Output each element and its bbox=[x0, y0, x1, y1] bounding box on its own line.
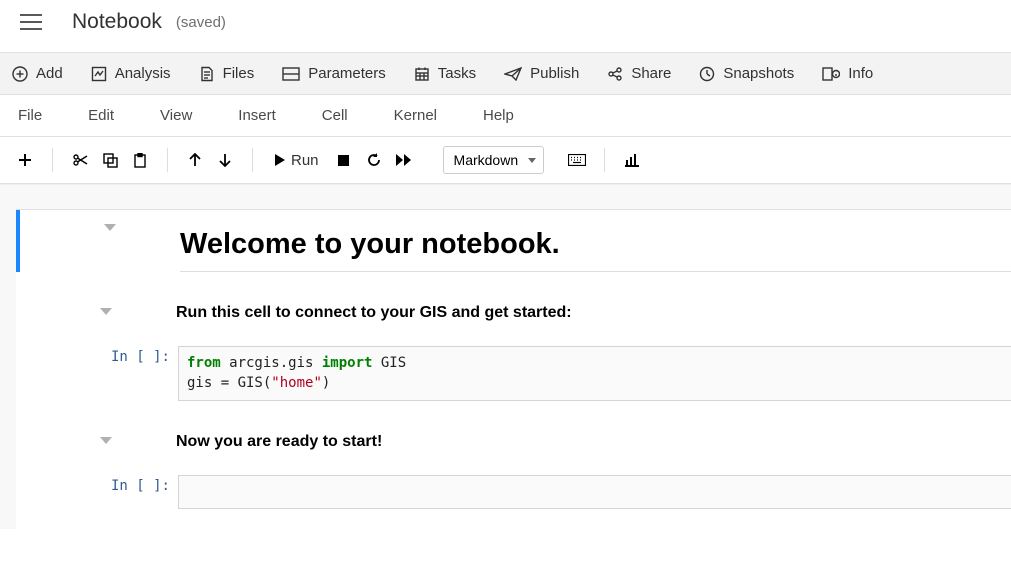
markdown-cell[interactable]: Run this cell to connect to your GIS and… bbox=[16, 298, 1011, 328]
snapshots-label: Snapshots bbox=[723, 65, 794, 82]
publish-label: Publish bbox=[530, 65, 579, 82]
tasks-label: Tasks bbox=[438, 65, 476, 82]
menu-insert[interactable]: Insert bbox=[238, 107, 276, 124]
menu-kernel[interactable]: Kernel bbox=[394, 107, 437, 124]
insert-cell-button[interactable] bbox=[10, 145, 40, 175]
stop-button[interactable] bbox=[329, 145, 359, 175]
add-button[interactable]: Add bbox=[12, 65, 63, 82]
publish-icon bbox=[504, 67, 522, 81]
cell-heading: Now you are ready to start! bbox=[176, 427, 1011, 457]
move-down-button[interactable] bbox=[210, 145, 240, 175]
stop-icon bbox=[338, 155, 349, 166]
markdown-cell[interactable]: Now you are ready to start! bbox=[16, 427, 1011, 457]
collapse-toggle-icon[interactable] bbox=[100, 437, 112, 444]
files-icon bbox=[199, 66, 215, 82]
code-input[interactable]: from arcgis.gis import GIS gis = GIS("ho… bbox=[178, 346, 1011, 401]
keyboard-button[interactable] bbox=[562, 145, 592, 175]
menu-bar: File Edit View Insert Cell Kernel Help bbox=[0, 95, 1011, 137]
restart-button[interactable] bbox=[359, 145, 389, 175]
move-up-button[interactable] bbox=[180, 145, 210, 175]
copy-icon bbox=[103, 153, 118, 168]
saved-status: (saved) bbox=[176, 14, 226, 31]
code-cell[interactable]: In [ ]: bbox=[16, 475, 1011, 509]
input-prompt: In [ ]: bbox=[98, 475, 178, 494]
info-label: Info bbox=[848, 65, 873, 82]
publish-button[interactable]: Publish bbox=[504, 65, 579, 82]
input-prompt: In [ ]: bbox=[98, 346, 178, 365]
code-input[interactable] bbox=[178, 475, 1011, 509]
share-label: Share bbox=[631, 65, 671, 82]
parameters-button[interactable]: Parameters bbox=[282, 65, 386, 82]
menu-help[interactable]: Help bbox=[483, 107, 514, 124]
keyboard-icon bbox=[568, 154, 586, 166]
fast-forward-button[interactable] bbox=[389, 145, 419, 175]
collapse-toggle-icon[interactable] bbox=[100, 308, 112, 315]
cell-heading: Run this cell to connect to your GIS and… bbox=[176, 298, 1011, 328]
snapshots-icon bbox=[699, 66, 715, 82]
arrow-up-icon bbox=[189, 153, 201, 167]
notebook-inner: Welcome to your notebook. Run this cell … bbox=[16, 209, 1011, 529]
cell-type-select[interactable]: Markdown bbox=[443, 146, 544, 174]
fast-forward-icon bbox=[396, 154, 412, 166]
collapse-toggle-icon[interactable] bbox=[104, 224, 116, 231]
parameters-label: Parameters bbox=[308, 65, 386, 82]
play-icon bbox=[275, 154, 285, 166]
hamburger-menu-icon[interactable] bbox=[20, 14, 42, 30]
share-icon bbox=[607, 66, 623, 82]
menu-edit[interactable]: Edit bbox=[88, 107, 114, 124]
copy-button[interactable] bbox=[95, 145, 125, 175]
top-header: Notebook (saved) bbox=[0, 0, 1011, 52]
parameters-icon bbox=[282, 67, 300, 81]
info-icon bbox=[822, 66, 840, 82]
run-label: Run bbox=[291, 152, 319, 169]
code-cell[interactable]: In [ ]: from arcgis.gis import GIS gis =… bbox=[16, 346, 1011, 401]
menu-file[interactable]: File bbox=[18, 107, 42, 124]
analysis-label: Analysis bbox=[115, 65, 171, 82]
paste-icon bbox=[133, 153, 147, 168]
chart-button[interactable] bbox=[617, 145, 647, 175]
paste-button[interactable] bbox=[125, 145, 155, 175]
notebook-area: Welcome to your notebook. Run this cell … bbox=[0, 184, 1011, 529]
menu-view[interactable]: View bbox=[160, 107, 192, 124]
plus-icon bbox=[18, 153, 32, 167]
info-button[interactable]: Info bbox=[822, 65, 873, 82]
notebook-title: Notebook bbox=[72, 10, 162, 34]
cut-button[interactable] bbox=[65, 145, 95, 175]
files-button[interactable]: Files bbox=[199, 65, 255, 82]
share-button[interactable]: Share bbox=[607, 65, 671, 82]
files-label: Files bbox=[223, 65, 255, 82]
analysis-button[interactable]: Analysis bbox=[91, 65, 171, 82]
analysis-icon bbox=[91, 66, 107, 82]
restart-icon bbox=[367, 153, 381, 167]
cell-heading: Welcome to your notebook. bbox=[180, 210, 1011, 272]
run-button[interactable]: Run bbox=[265, 145, 329, 175]
bar-chart-icon bbox=[625, 154, 639, 167]
arrow-down-icon bbox=[219, 153, 231, 167]
markdown-cell[interactable]: Welcome to your notebook. bbox=[16, 210, 1011, 272]
tasks-button[interactable]: Tasks bbox=[414, 65, 476, 82]
snapshots-button[interactable]: Snapshots bbox=[699, 65, 794, 82]
tasks-icon bbox=[414, 66, 430, 82]
add-label: Add bbox=[36, 65, 63, 82]
scissors-icon bbox=[72, 153, 88, 167]
toolbar: Run Markdown bbox=[0, 137, 1011, 184]
add-icon bbox=[12, 66, 28, 82]
action-bar: Add Analysis Files Parameters Tasks Publ… bbox=[0, 52, 1011, 95]
menu-cell[interactable]: Cell bbox=[322, 107, 348, 124]
